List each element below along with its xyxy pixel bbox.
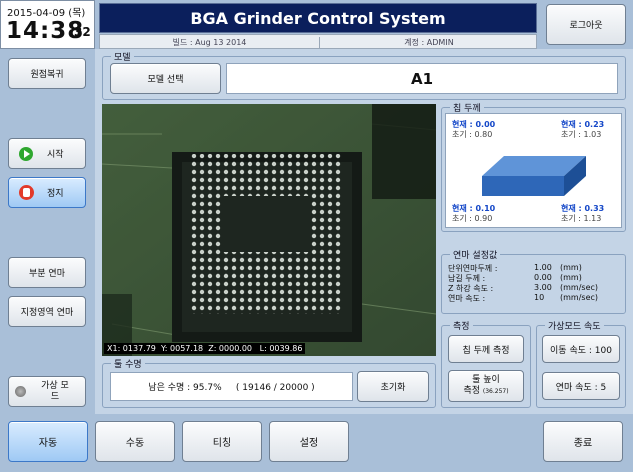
tab-teaching[interactable]: 티칭 [182,421,262,462]
time-text: 14:38 [6,18,85,44]
measure-height-line1: 툴 높이 [472,375,500,385]
br-initial: 초기 : 1.13 [561,214,602,223]
virtual-indicator-icon [15,386,26,397]
reset-button[interactable]: 초기화 [357,371,429,402]
model-value-display: A1 [226,63,618,94]
tr-initial: 초기 : 1.03 [561,130,602,139]
measure-title: 측정 [450,319,473,332]
tab-manual[interactable]: 수동 [95,421,175,462]
grind-settings-title: 연마 설정값 [450,248,501,261]
tl-initial: 초기 : 0.80 [452,130,493,139]
date-text: 2015-04-09 (목) [7,8,86,19]
tool-life-display: 남은 수명 : 95.7% ( 19146 / 20000 ) [110,372,353,401]
area-grind-button[interactable]: 지정영역 연마 [8,296,86,327]
measure-height-line2: 측정 [463,386,480,396]
app-title: BGA Grinder Control System [190,8,446,28]
stop-button[interactable]: 정지 [8,177,86,208]
bl-initial: 초기 : 0.90 [452,214,493,223]
exit-button[interactable]: 종료 [543,421,623,462]
seconds-text: 32 [74,25,91,39]
logout-button[interactable]: 로그아웃 [546,4,626,45]
start-button[interactable]: 시작 [8,138,86,169]
play-icon [19,146,33,161]
partial-grind-button[interactable]: 부분 연마 [8,257,86,288]
settings-row: 단위연마두께 : 1.00 (mm) [448,263,582,273]
stop-hand-icon [19,185,34,200]
move-speed-button[interactable]: 이동 속도 : 100 [542,335,620,363]
grind-speed-button[interactable]: 연마 속도 : 5 [542,372,620,400]
model-value: A1 [410,69,434,88]
settings-row: 연마 속도 : 10 (mm/sec) [448,293,599,303]
clock-panel: 2015-04-09 (목) 14:38 32 [0,0,95,49]
chip-3d-icon [482,156,586,196]
measure-height-value: (36.257) [482,388,509,395]
start-label: 시작 [47,150,64,160]
camera-view: X1: 0137.79 Y: 0057.18 Z: 0000.00 L: 003… [102,104,436,356]
tab-auto[interactable]: 자동 [8,421,88,462]
virtual-mode-button[interactable]: 가상 모드 [8,376,86,407]
grind-settings-list: 단위연마두께 : 1.00 (mm) 남길 두께 : 0.00 (mm) Z 하… [448,263,623,303]
settings-row: Z 하강 속도 : 3.00 (mm/sec) [448,283,599,293]
virtual-speed-title: 가상모드 속도 [545,319,604,332]
pcb-image [102,104,436,356]
tool-life-title: 툴 수명 [111,357,145,370]
home-button[interactable]: 원점복귀 [8,58,86,89]
coordinate-readout: X1: 0137.79 Y: 0057.18 Z: 0000.00 L: 003… [104,343,306,354]
info-bar: 빌드 : Aug 13 2014 계정 : ADMIN [99,34,537,49]
account-text: 계정 : ADMIN [319,37,538,48]
settings-row: 남길 두께 : 0.00 (mm) [448,273,582,283]
stop-label: 정지 [47,189,64,199]
title-bar: BGA Grinder Control System [99,3,537,33]
model-select-button[interactable]: 모델 선택 [110,63,221,94]
chip-thickness-display: 현재 : 0.00 초기 : 0.80 현재 : 0.23 초기 : 1.03 … [445,113,622,228]
tool-life-text: 남은 수명 : 95.7% ( 19146 / 20000 ) [148,383,315,393]
measure-height-button[interactable]: 툴 높이 측정 (36.257) [448,370,524,402]
tab-settings[interactable]: 설정 [269,421,349,462]
measure-thickness-button[interactable]: 칩 두께 측정 [448,335,524,363]
build-text: 빌드 : Aug 13 2014 [172,38,247,47]
virtual-mode-label: 가상 모드 [41,380,69,402]
model-panel-title: 모델 [111,50,134,63]
